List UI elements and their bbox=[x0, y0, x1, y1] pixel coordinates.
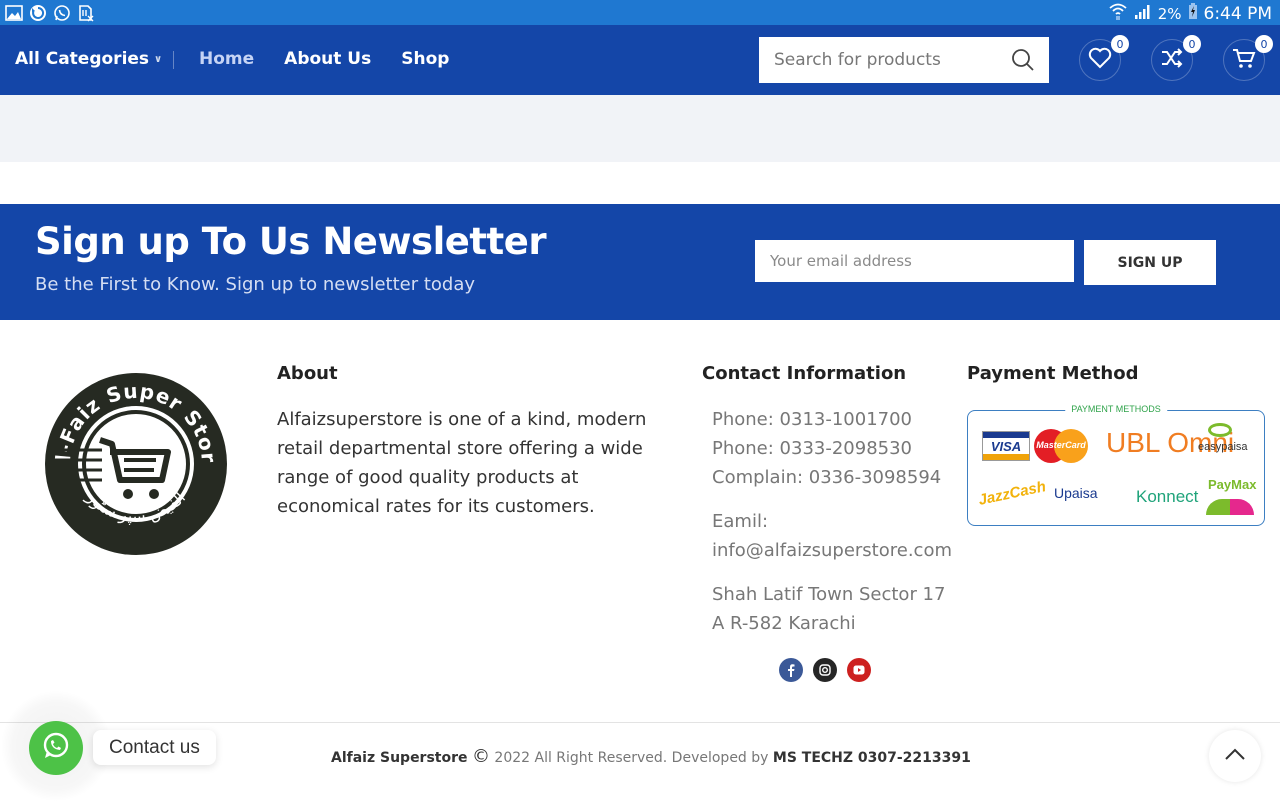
phone-2[interactable]: Phone: 0333-2098530 bbox=[712, 434, 952, 463]
social-links bbox=[779, 658, 871, 682]
heart-icon bbox=[1088, 47, 1112, 74]
upaisa-logo: Upaisa bbox=[1054, 485, 1098, 501]
copyright-brand: Alfaiz Superstore bbox=[331, 750, 468, 766]
clock: 6:44 PM bbox=[1203, 3, 1273, 24]
contact-info: Phone: 0313-1001700 Phone: 0333-2098530 … bbox=[712, 405, 952, 638]
address-line-2: A R-582 Karachi bbox=[712, 613, 856, 634]
complain-phone[interactable]: Complain: 0336-3098594 bbox=[712, 463, 952, 492]
chevron-down-icon: ∨ bbox=[154, 53, 163, 65]
all-categories-label: All Categories bbox=[15, 49, 150, 69]
payment-methods-label: PAYMENT METHODS bbox=[1065, 404, 1167, 414]
sim-off-icon bbox=[77, 4, 95, 22]
battery-percent: 2% bbox=[1157, 4, 1182, 23]
phone-1[interactable]: Phone: 0313-1001700 bbox=[712, 405, 952, 434]
wifi-icon bbox=[1108, 2, 1128, 25]
paymax-logo: PayMax bbox=[1208, 477, 1257, 492]
email-link[interactable]: info@alfaizsuperstore.com bbox=[712, 536, 952, 565]
developer-credit[interactable]: MS TECHZ 0307-2213391 bbox=[773, 750, 971, 766]
content-band bbox=[0, 95, 1280, 162]
site-header: All Categories ∨ Home About Us Shop 0 0 … bbox=[0, 25, 1280, 95]
about-text: Alfaizsuperstore is one of a kind, moder… bbox=[277, 409, 647, 517]
mastercard-logo: MasterCard bbox=[1034, 429, 1088, 463]
wishlist-count-badge: 0 bbox=[1111, 35, 1129, 53]
sync-icon bbox=[29, 4, 47, 22]
payment-methods-image: PAYMENT METHODS VISA MasterCard UBL Omni… bbox=[967, 404, 1265, 526]
main-nav: Home About Us Shop bbox=[199, 49, 449, 69]
gallery-icon bbox=[5, 4, 23, 22]
whatsapp-tooltip[interactable]: Contact us bbox=[93, 730, 216, 765]
all-categories-dropdown[interactable]: All Categories ∨ bbox=[15, 49, 162, 69]
paymax-mark-icon bbox=[1206, 499, 1254, 515]
address-line-1: Shah Latif Town Sector 17 bbox=[712, 584, 946, 605]
cart-icon bbox=[1232, 47, 1256, 74]
nav-about-us[interactable]: About Us bbox=[284, 49, 371, 69]
search-box bbox=[759, 37, 1049, 83]
newsletter-subtitle: Be the First to Know. Sign up to newslet… bbox=[35, 274, 476, 295]
copyright-body: 2022 All Right Reserved. Developed by bbox=[489, 750, 773, 766]
facebook-icon[interactable] bbox=[779, 658, 803, 682]
scroll-to-top-button[interactable] bbox=[1209, 730, 1261, 782]
easypaisa-mark-icon bbox=[1208, 423, 1232, 437]
status-bar: 2% 6:44 PM bbox=[0, 0, 1280, 25]
shuffle-icon bbox=[1160, 47, 1184, 74]
about-heading: About bbox=[277, 363, 338, 384]
whatsapp-icon bbox=[41, 731, 71, 766]
whatsapp-icon bbox=[53, 4, 71, 22]
email-label: Eamil: bbox=[712, 511, 769, 532]
visa-logo: VISA bbox=[982, 431, 1030, 461]
konnect-logo: Konnect bbox=[1136, 487, 1199, 506]
nav-shop[interactable]: Shop bbox=[401, 49, 449, 69]
nav-divider bbox=[173, 51, 174, 69]
newsletter-email-input[interactable] bbox=[755, 240, 1074, 282]
store-logo[interactable]: Al-Faiz Super Store الفیض سپر سٹور bbox=[36, 353, 228, 556]
cart-button[interactable]: 0 bbox=[1223, 35, 1273, 81]
easypaisa-logo: easypaisa bbox=[1198, 441, 1248, 453]
signal-icon bbox=[1134, 2, 1152, 25]
compare-count-badge: 0 bbox=[1183, 35, 1201, 53]
copyright-icon: © bbox=[471, 746, 490, 767]
chevron-up-icon bbox=[1225, 747, 1245, 765]
nav-home[interactable]: Home bbox=[199, 49, 254, 69]
wishlist-button[interactable]: 0 bbox=[1079, 35, 1129, 81]
search-icon[interactable] bbox=[1011, 48, 1035, 72]
newsletter-section: Sign up To Us Newsletter Be the First to… bbox=[0, 204, 1280, 320]
contact-heading: Contact Information bbox=[702, 363, 907, 384]
newsletter-title: Sign up To Us Newsletter bbox=[35, 220, 547, 263]
payment-heading: Payment Method bbox=[967, 363, 1139, 384]
copyright-text: Alfaiz Superstore © 2022 All Right Reser… bbox=[331, 746, 971, 767]
cart-count-badge: 0 bbox=[1255, 35, 1273, 53]
whatsapp-contact-button[interactable] bbox=[29, 721, 83, 775]
newsletter-signup-button[interactable]: SIGN UP bbox=[1084, 240, 1216, 285]
footer-divider bbox=[0, 722, 1280, 723]
compare-button[interactable]: 0 bbox=[1151, 35, 1201, 81]
search-input[interactable] bbox=[759, 37, 999, 83]
jazzcash-logo: JazzCash bbox=[976, 478, 1048, 509]
battery-charging-icon bbox=[1188, 2, 1198, 25]
instagram-icon[interactable] bbox=[813, 658, 837, 682]
youtube-icon[interactable] bbox=[847, 658, 871, 682]
